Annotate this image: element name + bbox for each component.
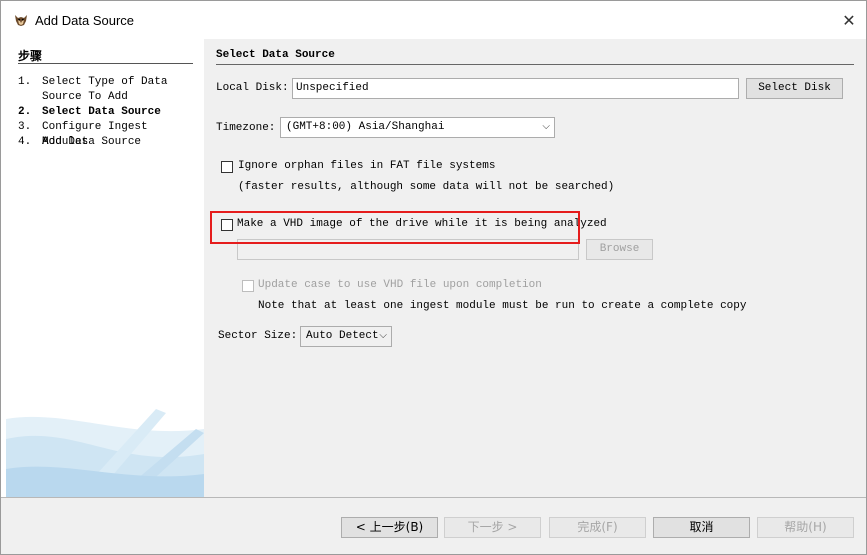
timezone-dropdown[interactable]: (GMT+8:00) Asia/Shanghai ⌵ <box>280 117 555 138</box>
window-title: Add Data Source <box>35 13 135 28</box>
update-case-checkbox <box>242 280 254 292</box>
section-divider <box>216 64 854 65</box>
select-data-source-panel: Select Data Source Local Disk: Unspecifi… <box>204 39 866 497</box>
update-case-note: Note that at least one ingest module mus… <box>258 300 747 312</box>
section-title: Select Data Source <box>216 49 335 61</box>
finish-button: 完成(F) <box>549 517 646 538</box>
sector-size-dropdown[interactable]: Auto Detect ⌵ <box>300 326 392 347</box>
decorative-wave-graphic <box>6 409 204 497</box>
ignore-orphan-label: Ignore orphan files in FAT file systems <box>238 160 496 172</box>
back-button[interactable]: < 上一步(B) <box>341 517 438 538</box>
add-data-source-window: Add Data Source ✕ 步骤 1. Select Type of D… <box>0 0 867 555</box>
sector-size-value: Auto Detect <box>306 330 379 342</box>
title-bar: Add Data Source ✕ <box>1 1 866 39</box>
browse-button: Browse <box>586 239 653 260</box>
steps-divider <box>18 63 193 64</box>
step-label: Select Type of Data Source To Add <box>42 76 168 103</box>
step-number: 3. <box>18 121 32 133</box>
step-number: 1. <box>18 76 32 88</box>
timezone-label: Timezone: <box>216 122 276 134</box>
chevron-down-icon: ⌵ <box>379 330 387 341</box>
update-case-label: Update case to use VHD file upon complet… <box>258 279 542 291</box>
ignore-orphan-checkbox[interactable] <box>221 161 233 173</box>
sector-size-label: Sector Size: <box>218 330 298 342</box>
steps-heading: 步骤 <box>18 49 43 63</box>
step-number: 4. <box>18 136 32 148</box>
wizard-button-bar: < 上一步(B) 下一步 > 完成(F) 取消 帮助(H) <box>1 497 866 554</box>
chevron-down-icon: ⌵ <box>542 121 550 132</box>
timezone-value: (GMT+8:00) Asia/Shanghai <box>286 121 445 133</box>
step-label: Add Data Source <box>42 136 142 148</box>
select-disk-button[interactable]: Select Disk <box>746 78 843 99</box>
ignore-orphan-note: (faster results, although some data will… <box>238 181 615 193</box>
red-highlight-box <box>210 211 580 244</box>
step-label: Select Data Source <box>42 106 161 118</box>
step-number: 2. <box>18 106 32 118</box>
cancel-button[interactable]: 取消 <box>653 517 750 538</box>
local-disk-field[interactable]: Unspecified <box>292 78 739 99</box>
next-button: 下一步 > <box>444 517 541 538</box>
close-icon[interactable]: ✕ <box>839 11 859 31</box>
autopsy-dog-icon <box>15 15 27 26</box>
steps-panel: 步骤 1. Select Type of Data Source To Add … <box>6 39 204 497</box>
local-disk-label: Local Disk: <box>216 82 289 94</box>
help-button: 帮助(H) <box>757 517 854 538</box>
